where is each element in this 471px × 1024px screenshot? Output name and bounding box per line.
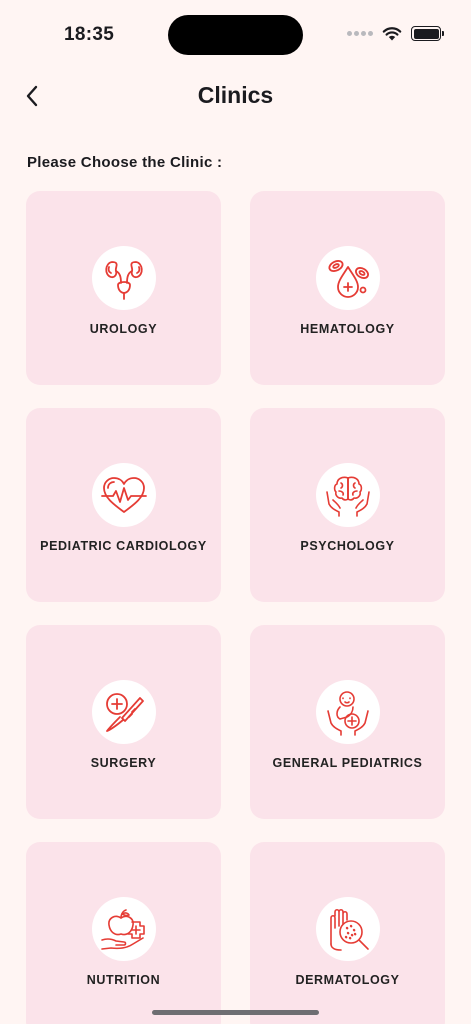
status-time: 18:35: [64, 24, 115, 45]
apple-hand-icon: [100, 909, 145, 950]
clinic-card-urology[interactable]: UROLOGY: [26, 191, 221, 385]
icon-circle: [91, 246, 156, 310]
choose-clinic-label: Please Choose the Clinic :: [27, 154, 223, 171]
clinic-card-pediatric-cardiology[interactable]: PEDIATRIC CARDIOLOGY: [26, 408, 221, 602]
icon-circle: [91, 897, 156, 961]
battery-icon: [411, 26, 444, 41]
clinic-label: NUTRITION: [86, 973, 161, 987]
clinic-card-hematology[interactable]: HEMATOLOGY: [250, 191, 445, 385]
clinic-card-dermatology[interactable]: DERMATOLOGY: [250, 842, 445, 1024]
clinic-label: SURGERY: [90, 756, 157, 770]
clinic-label: DERMATOLOGY: [295, 973, 400, 987]
clinic-label: GENERAL PEDIATRICS: [272, 756, 423, 770]
clinic-grid: UROLOGY HEMATOLOGY PEDIATRIC CARDIOLOGY: [26, 191, 445, 1024]
clinic-label: UROLOGY: [89, 322, 158, 336]
status-icons: [347, 26, 444, 41]
icon-circle: [315, 897, 380, 961]
page-title: Clinics: [197, 82, 274, 108]
clinic-label: PSYCHOLOGY: [300, 539, 395, 553]
clinic-card-psychology[interactable]: PSYCHOLOGY: [250, 408, 445, 602]
icon-circle: [315, 463, 380, 527]
baby-care-icon: [326, 691, 369, 736]
clinic-label: PEDIATRIC CARDIOLOGY: [40, 539, 207, 553]
brain-hands-icon: [325, 476, 370, 517]
clinic-card-general-pediatrics[interactable]: GENERAL PEDIATRICS: [250, 625, 445, 819]
clinic-card-surgery[interactable]: SURGERY: [26, 625, 221, 819]
icon-circle: [315, 680, 380, 744]
blood-drop-icon: [327, 260, 369, 298]
kidney-icon: [104, 261, 143, 300]
skin-magnifier-icon: [329, 908, 369, 951]
clinic-label: HEMATOLOGY: [300, 322, 395, 336]
scalpel-icon: [105, 693, 144, 732]
heartbeat-icon: [100, 477, 147, 513]
cellular-signal-icon: [347, 31, 373, 36]
dynamic-island: [168, 15, 303, 55]
icon-circle: [91, 463, 156, 527]
icon-circle: [91, 680, 156, 744]
clinic-card-nutrition[interactable]: NUTRITION: [26, 842, 221, 1024]
home-indicator[interactable]: [152, 1010, 319, 1015]
status-bar: 18:35: [0, 0, 471, 70]
navigation-bar: Clinics: [0, 72, 471, 122]
icon-circle: [315, 246, 380, 310]
wifi-icon: [382, 27, 402, 41]
